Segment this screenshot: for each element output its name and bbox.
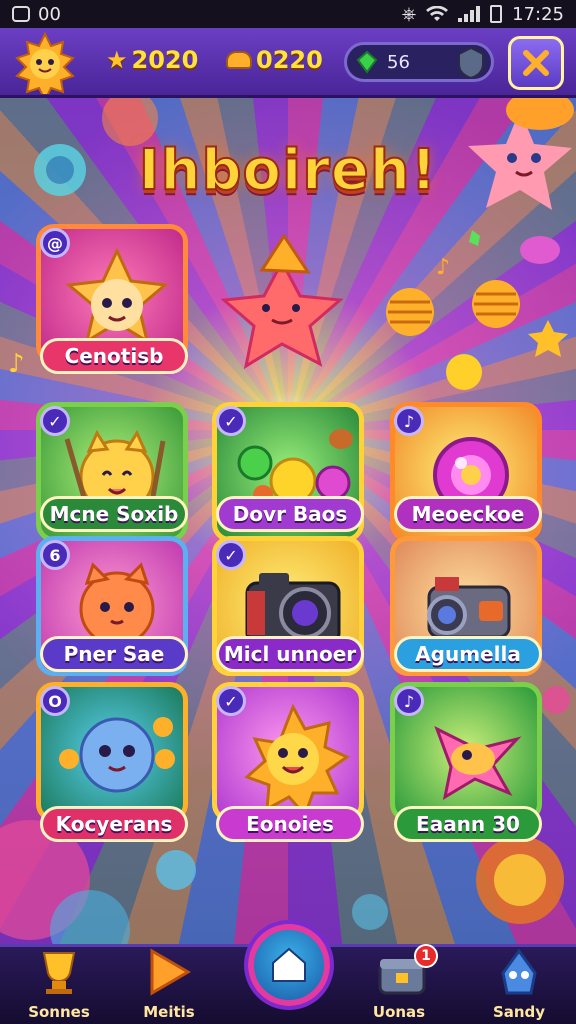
svg-text:♪: ♪ bbox=[8, 349, 25, 379]
play-icon bbox=[150, 948, 191, 996]
nav-item-sonnes[interactable]: Sonnes bbox=[4, 947, 114, 1024]
card-label: Eonoies bbox=[216, 806, 364, 842]
card-label: Mcne Soxib bbox=[40, 496, 188, 532]
home-icon bbox=[272, 947, 306, 982]
card-badge: ✓ bbox=[40, 406, 70, 436]
stars-value: 2020 bbox=[131, 46, 199, 74]
mascot-icon bbox=[501, 948, 537, 995]
signal-icon bbox=[458, 6, 481, 22]
nav-label: Sandy bbox=[492, 1003, 546, 1021]
green-gem-icon bbox=[356, 50, 378, 74]
coin-pile-icon bbox=[226, 51, 252, 69]
sun-avatar-icon bbox=[15, 31, 75, 103]
card-badge: ♪ bbox=[394, 686, 424, 716]
card-badge: O bbox=[40, 686, 70, 716]
star-icon: ★ bbox=[106, 46, 128, 74]
status-bar: 00 ⎈ 17:25 bbox=[0, 0, 576, 28]
coins-counter: 0220 bbox=[226, 46, 323, 74]
card-badge: ✓ bbox=[216, 540, 246, 570]
nav-label: Sonnes bbox=[28, 1003, 90, 1021]
card-label: Dovr Baos bbox=[216, 496, 364, 532]
notification-icon bbox=[12, 6, 30, 22]
card-label: Cenotisb bbox=[40, 338, 188, 374]
battery-icon bbox=[490, 5, 503, 23]
nav-label: Uonas bbox=[372, 1003, 426, 1021]
nav-item-sandy[interactable]: Sandy bbox=[464, 947, 574, 1024]
coins-value: 0220 bbox=[256, 46, 323, 74]
shield-icon bbox=[458, 46, 484, 78]
card-label: Micl unnoer bbox=[216, 636, 364, 672]
card-badge: @ bbox=[40, 228, 70, 258]
close-icon bbox=[523, 50, 549, 76]
vibrate-icon: ⎈ bbox=[401, 3, 417, 25]
wifi-icon bbox=[426, 6, 449, 21]
card-label: Eaann 30 bbox=[394, 806, 542, 842]
gems-value: 56 bbox=[387, 51, 410, 73]
nav-label: Meitis bbox=[143, 1003, 195, 1021]
card-label: Agumella bbox=[394, 636, 542, 672]
stars-counter: ★ 2020 bbox=[106, 46, 198, 74]
status-left-text: 00 bbox=[38, 3, 61, 25]
blob-creature-icon bbox=[59, 717, 175, 793]
card-label: Meoeckoe bbox=[394, 496, 542, 532]
gems-counter[interactable]: 56 bbox=[344, 42, 494, 82]
fish-star-icon bbox=[434, 725, 522, 801]
card-badge: ✓ bbox=[216, 406, 246, 436]
player-avatar[interactable] bbox=[14, 31, 76, 103]
top-bar: ★ 2020 0220 56 bbox=[0, 28, 576, 103]
card-label: Pner Sae bbox=[40, 636, 188, 672]
card-badge: ♪ bbox=[394, 406, 424, 436]
card-badge: ✓ bbox=[216, 686, 246, 716]
close-button[interactable] bbox=[508, 36, 564, 90]
screen-title: Ihboireh! bbox=[138, 137, 438, 204]
card-label: Kocyerans bbox=[40, 806, 188, 842]
trophy-icon bbox=[42, 952, 76, 994]
card-badge: 6 bbox=[40, 540, 70, 570]
sun-creature-icon bbox=[244, 703, 351, 817]
svg-text:♪: ♪ bbox=[436, 255, 450, 280]
home-button[interactable] bbox=[248, 924, 330, 1006]
notification-badge: 1 bbox=[414, 944, 438, 968]
nav-item-meitis[interactable]: Meitis bbox=[114, 947, 224, 1024]
status-time: 17:25 bbox=[512, 3, 564, 25]
